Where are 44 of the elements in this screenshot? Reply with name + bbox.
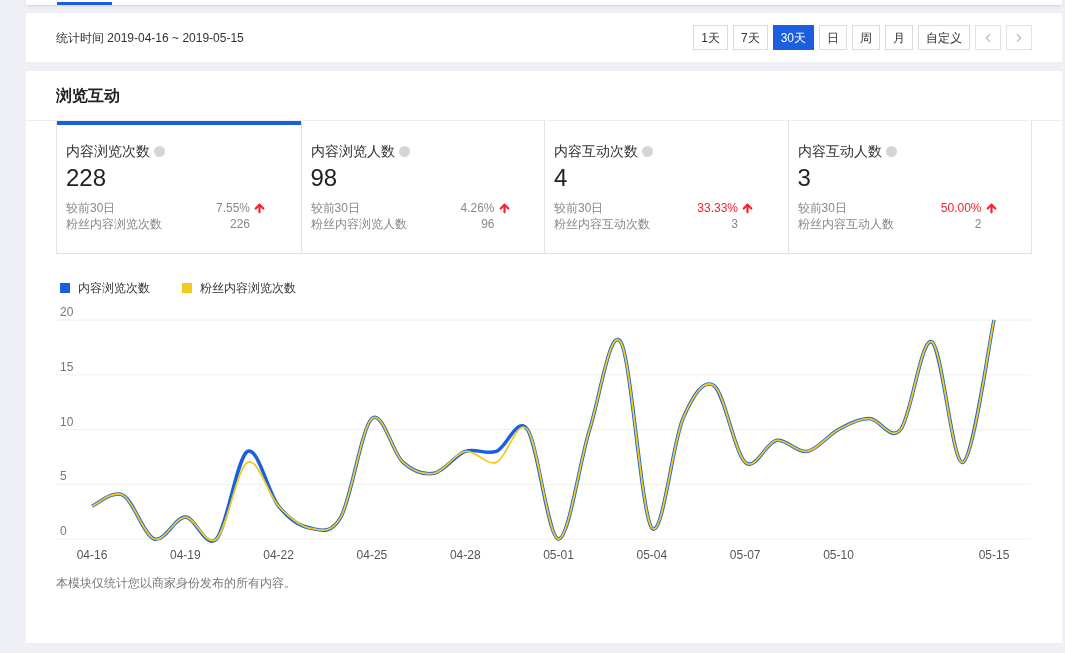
x-tick-label: 05-01: [543, 548, 574, 562]
change-percent: 4.26%: [460, 200, 495, 216]
x-tick-label: 05-04: [636, 548, 668, 562]
metric-title: 内容浏览人数: [310, 142, 395, 161]
fans-value: 2: [974, 216, 983, 232]
compare-label: 较前30日: [310, 200, 360, 216]
fans-label: 粉丝内容互动次数: [554, 216, 650, 232]
x-tick-label: 04-25: [356, 548, 388, 562]
x-tick-label: 04-19: [169, 548, 201, 562]
x-tick-label: 04-22: [263, 548, 294, 562]
y-tick-label: 10: [60, 414, 74, 429]
change-percent: 50.00%: [940, 200, 982, 216]
x-tick-label: 04-28: [449, 548, 481, 562]
x-tick-label: 05-15: [978, 548, 1010, 562]
compare-label: 较前30日: [66, 200, 116, 216]
x-tick-label: 04-16: [76, 548, 108, 562]
metric-value: 228: [66, 163, 108, 193]
y-tick-label: 5: [60, 469, 67, 484]
section-title: 浏览互动: [56, 85, 120, 106]
metric-title: 内容互动人数: [797, 142, 882, 161]
x-tick-label: 05-10: [823, 548, 854, 562]
metric-value: 98: [310, 163, 339, 193]
y-tick-label: 20: [60, 305, 74, 319]
metric-title: 内容浏览次数: [66, 142, 150, 161]
y-tick-label: 0: [60, 524, 67, 538]
footnote: 本模块仅统计您以商家身份发布的所有内容。: [56, 575, 297, 592]
compare-label: 较前30日: [554, 200, 604, 216]
compare-label: 较前30日: [797, 200, 847, 216]
legend-label: 粉丝内容浏览次数: [200, 280, 296, 297]
change-percent: 7.55%: [215, 200, 250, 216]
metric-value: 4: [554, 163, 569, 193]
metric-title: 内容互动次数: [554, 142, 638, 161]
change-percent: 33.33%: [697, 200, 738, 216]
fans-label: 粉丝内容浏览人数: [310, 216, 407, 232]
x-tick-label: 05-07: [729, 548, 761, 562]
fans-value: 226: [229, 216, 251, 232]
fans-value: 96: [481, 216, 496, 232]
y-tick-label: 15: [60, 359, 74, 374]
fans-label: 粉丝内容互动人数: [797, 216, 894, 232]
fans-value: 3: [731, 216, 739, 232]
legend-label: 内容浏览次数: [78, 280, 150, 297]
metric-value: 3: [797, 163, 812, 193]
fans-label: 粉丝内容浏览次数: [66, 216, 162, 232]
period-label: 统计时间 2019-04-16 ~ 2019-05-15: [56, 29, 244, 47]
